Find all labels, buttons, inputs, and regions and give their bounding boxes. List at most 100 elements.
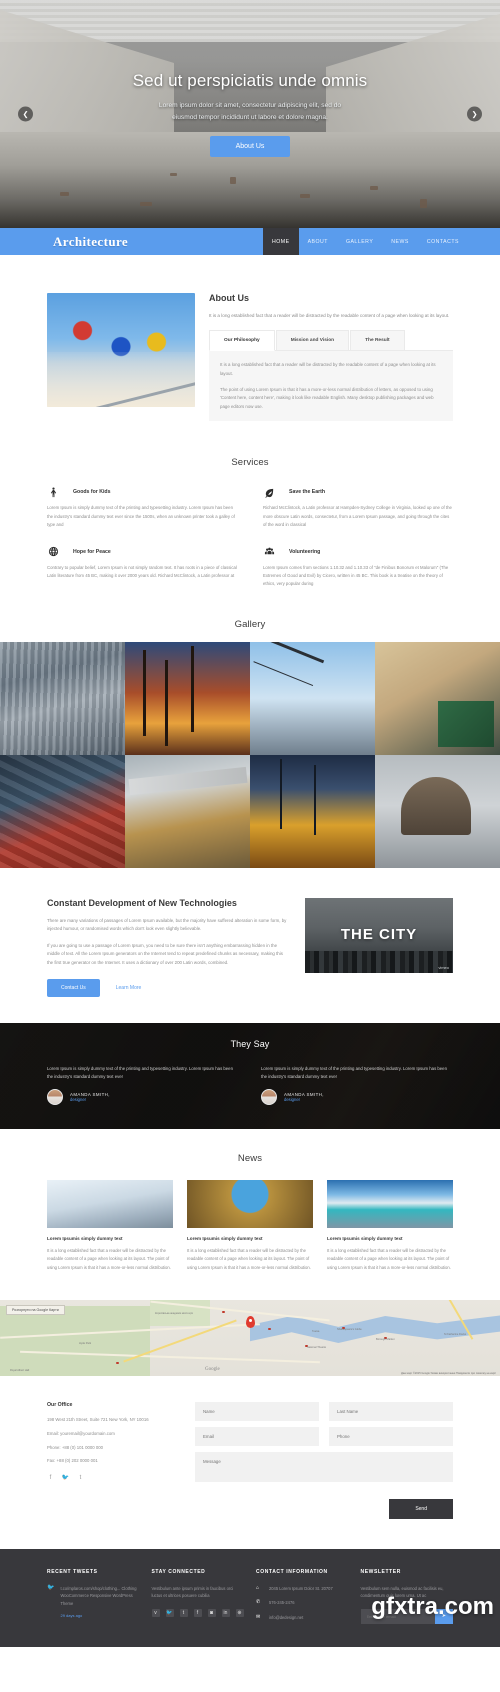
gallery-tile-oil-rig[interactable] <box>375 754 500 868</box>
news-card-text: It is a long established fact that a rea… <box>327 1248 451 1270</box>
footer-heading: STAY CONNECTED <box>151 1568 206 1575</box>
page-root: ❮ ❯ Sed ut perspiciatis unde omnis Lorem… <box>0 0 500 1647</box>
twitter-icon[interactable]: 🐦 <box>165 1608 174 1617</box>
mail-icon: ✉ <box>256 1613 261 1620</box>
footer-tweet-text[interactable]: t.co/mplaros.com/shop/clothing... Clothi… <box>60 1585 139 1608</box>
gallery-tile-skyscraper[interactable] <box>0 641 125 755</box>
linkedin-icon[interactable]: in <box>221 1608 230 1617</box>
home-icon: ⌂ <box>256 1584 260 1591</box>
office-phone: Phone: +88 (0) 101 0000 000 <box>47 1444 104 1450</box>
instagram-icon[interactable]: ◙ <box>207 1608 216 1617</box>
footer-column-contact-information: CONTACT INFORMATION ⌂ 2045 Lorem Ipsum D… <box>256 1569 349 1629</box>
services-section: Services Goods for Kids Lorem Ipsum is s… <box>0 443 500 614</box>
news-image-snow[interactable] <box>47 1180 173 1229</box>
email-field[interactable] <box>195 1426 319 1446</box>
gallery-tile-tower-crane[interactable] <box>250 641 375 755</box>
testimonial-role[interactable]: designer <box>70 1097 110 1102</box>
gallery-tile-electrician[interactable] <box>375 641 500 755</box>
footer-text: Vestibulum ante ipsum primis in faucibus… <box>151 1585 234 1599</box>
nav-item-news[interactable]: NEWS <box>382 228 418 255</box>
tumblr-icon[interactable]: t <box>77 1474 84 1481</box>
service-text: Lorem Ipsum comes from sections 1.10.32 … <box>263 564 449 587</box>
map-expand-button[interactable]: Розгорнути на Google Карти <box>6 1304 65 1315</box>
news-section: News Lorem Ipsumis simply dummy text It … <box>0 1129 500 1300</box>
office-address: 198 West 21th Street, Suite 721 New York… <box>47 1416 149 1422</box>
phone-icon: ✆ <box>256 1599 261 1606</box>
avatar <box>47 1089 63 1106</box>
learn-more-link[interactable]: Learn More <box>116 985 142 991</box>
contact-us-button[interactable]: Contact Us <box>47 978 100 997</box>
send-button[interactable]: Send <box>389 1498 453 1519</box>
footer-heading: RECENT TWEETS <box>47 1568 98 1575</box>
newsletter-submit-button[interactable]: ➤ <box>434 1608 453 1624</box>
about-tab-panel: It is a long established fact that a rea… <box>209 351 453 422</box>
vimeo-icon[interactable]: v <box>151 1608 160 1617</box>
map-park-area <box>0 1305 150 1376</box>
news-card: Lorem Ipsumis simply dummy text It is a … <box>187 1180 313 1272</box>
google-plus-icon[interactable]: ⊕ <box>235 1608 244 1617</box>
map-pin-icon[interactable] <box>246 1315 255 1328</box>
site-logo[interactable]: Architecture <box>0 228 263 255</box>
video-player[interactable]: THE CITY vimeo <box>305 897 453 973</box>
last-name-field[interactable] <box>329 1401 453 1421</box>
nav-item-home[interactable]: HOME <box>263 228 299 255</box>
gallery-tile-night-site[interactable] <box>250 754 375 868</box>
nav-item-contacts[interactable]: CONTACTS <box>418 228 468 255</box>
map-poi <box>268 1327 271 1331</box>
about-lead: It is a long established fact that a rea… <box>209 313 450 318</box>
tab-our-philosophy[interactable]: Our Philosophy <box>209 330 275 352</box>
tumblr-icon[interactable]: t <box>179 1608 188 1617</box>
testimonial-role[interactable]: designer <box>284 1097 324 1102</box>
tab-the-result[interactable]: The Result <box>350 330 405 351</box>
footer-column-stay-connected: STAY CONNECTED Vestibulum ante ipsum pri… <box>151 1568 245 1629</box>
office-fax: Fax: +88 (0) 202 0000 001 <box>47 1458 98 1464</box>
video-title: THE CITY <box>340 926 418 944</box>
message-field[interactable] <box>195 1451 453 1482</box>
service-text: Contrary to popular belief, Lorem Ipsum … <box>47 564 237 578</box>
news-image-galleria[interactable] <box>187 1180 313 1229</box>
contact-form: Send <box>195 1401 453 1519</box>
service-text: Lorem Ipsum is simply dummy text of the … <box>47 505 235 528</box>
hero-cta-button[interactable]: About Us <box>209 135 291 157</box>
nav-links: HOME ABOUT GALLERY NEWS CONTACTS <box>263 228 500 255</box>
footer-heading: CONTACT INFORMATION <box>256 1568 328 1575</box>
hero-subtitle: Lorem ipsum dolor sit amet, consectetur … <box>158 102 342 121</box>
about-photo-workers <box>47 293 195 407</box>
vimeo-brand-label: vimeo <box>438 964 449 970</box>
gallery-tile-sunset-crane[interactable] <box>125 641 250 755</box>
hero-prev-arrow-icon[interactable]: ❮ <box>18 106 33 122</box>
news-card-title[interactable]: Lorem Ipsumis simply dummy text <box>187 1236 313 1241</box>
gallery-tile-workers[interactable] <box>125 754 250 868</box>
nav-item-about[interactable]: ABOUT <box>299 228 337 255</box>
footer-contact-email[interactable]: info@dedesign.net <box>269 1614 303 1622</box>
facebook-icon[interactable]: f <box>47 1474 54 1481</box>
hero-next-arrow-icon[interactable]: ❯ <box>467 106 482 122</box>
twitter-icon[interactable]: 🐦 <box>62 1474 69 1481</box>
news-title: News <box>237 1153 263 1165</box>
news-image-resort[interactable] <box>327 1180 453 1229</box>
news-card-title[interactable]: Lorem Ipsumis simply dummy text <box>327 1236 453 1241</box>
news-card-title[interactable]: Lorem Ipsumis simply dummy text <box>47 1236 173 1241</box>
facebook-icon[interactable]: f <box>193 1608 202 1617</box>
service-title: Goods for Kids <box>73 489 111 496</box>
location-map[interactable]: Темза National Theatre Shakespeare's Glo… <box>0 1299 500 1376</box>
footer-heading: NEWSLETTER <box>360 1568 401 1575</box>
testimonials-title: They Say <box>230 1038 270 1049</box>
service-card-volunteering: Volunteering Lorem Ipsum comes from sect… <box>263 546 453 589</box>
news-card-text: It is a long established fact that a rea… <box>187 1248 311 1270</box>
gallery-section: Gallery <box>0 615 500 868</box>
map-poi <box>116 1361 119 1365</box>
name-field[interactable] <box>195 1401 319 1421</box>
video-skyline <box>305 950 453 973</box>
newsletter-email-input[interactable] <box>360 1608 435 1624</box>
phone-field[interactable] <box>329 1426 453 1446</box>
gallery-tile-solar-roof[interactable] <box>0 754 125 868</box>
testimonials-section: They Say Lorem Ipsum is simply dummy tex… <box>0 1023 500 1130</box>
nav-item-gallery[interactable]: GALLERY <box>337 228 382 255</box>
footer-tweet-time: 29 days ago <box>60 1612 83 1618</box>
footer-column-newsletter: NEWSLETTER Vestibulum sem nulla, euismod… <box>360 1568 453 1629</box>
map-label-academy: Королівська академія мистецтв <box>155 1311 193 1315</box>
hero-title: Sed ut perspiciatis unde omnis <box>132 71 368 91</box>
tab-mission-and-vision[interactable]: Mission and Vision <box>275 330 350 351</box>
about-photo-rail <box>47 379 195 407</box>
